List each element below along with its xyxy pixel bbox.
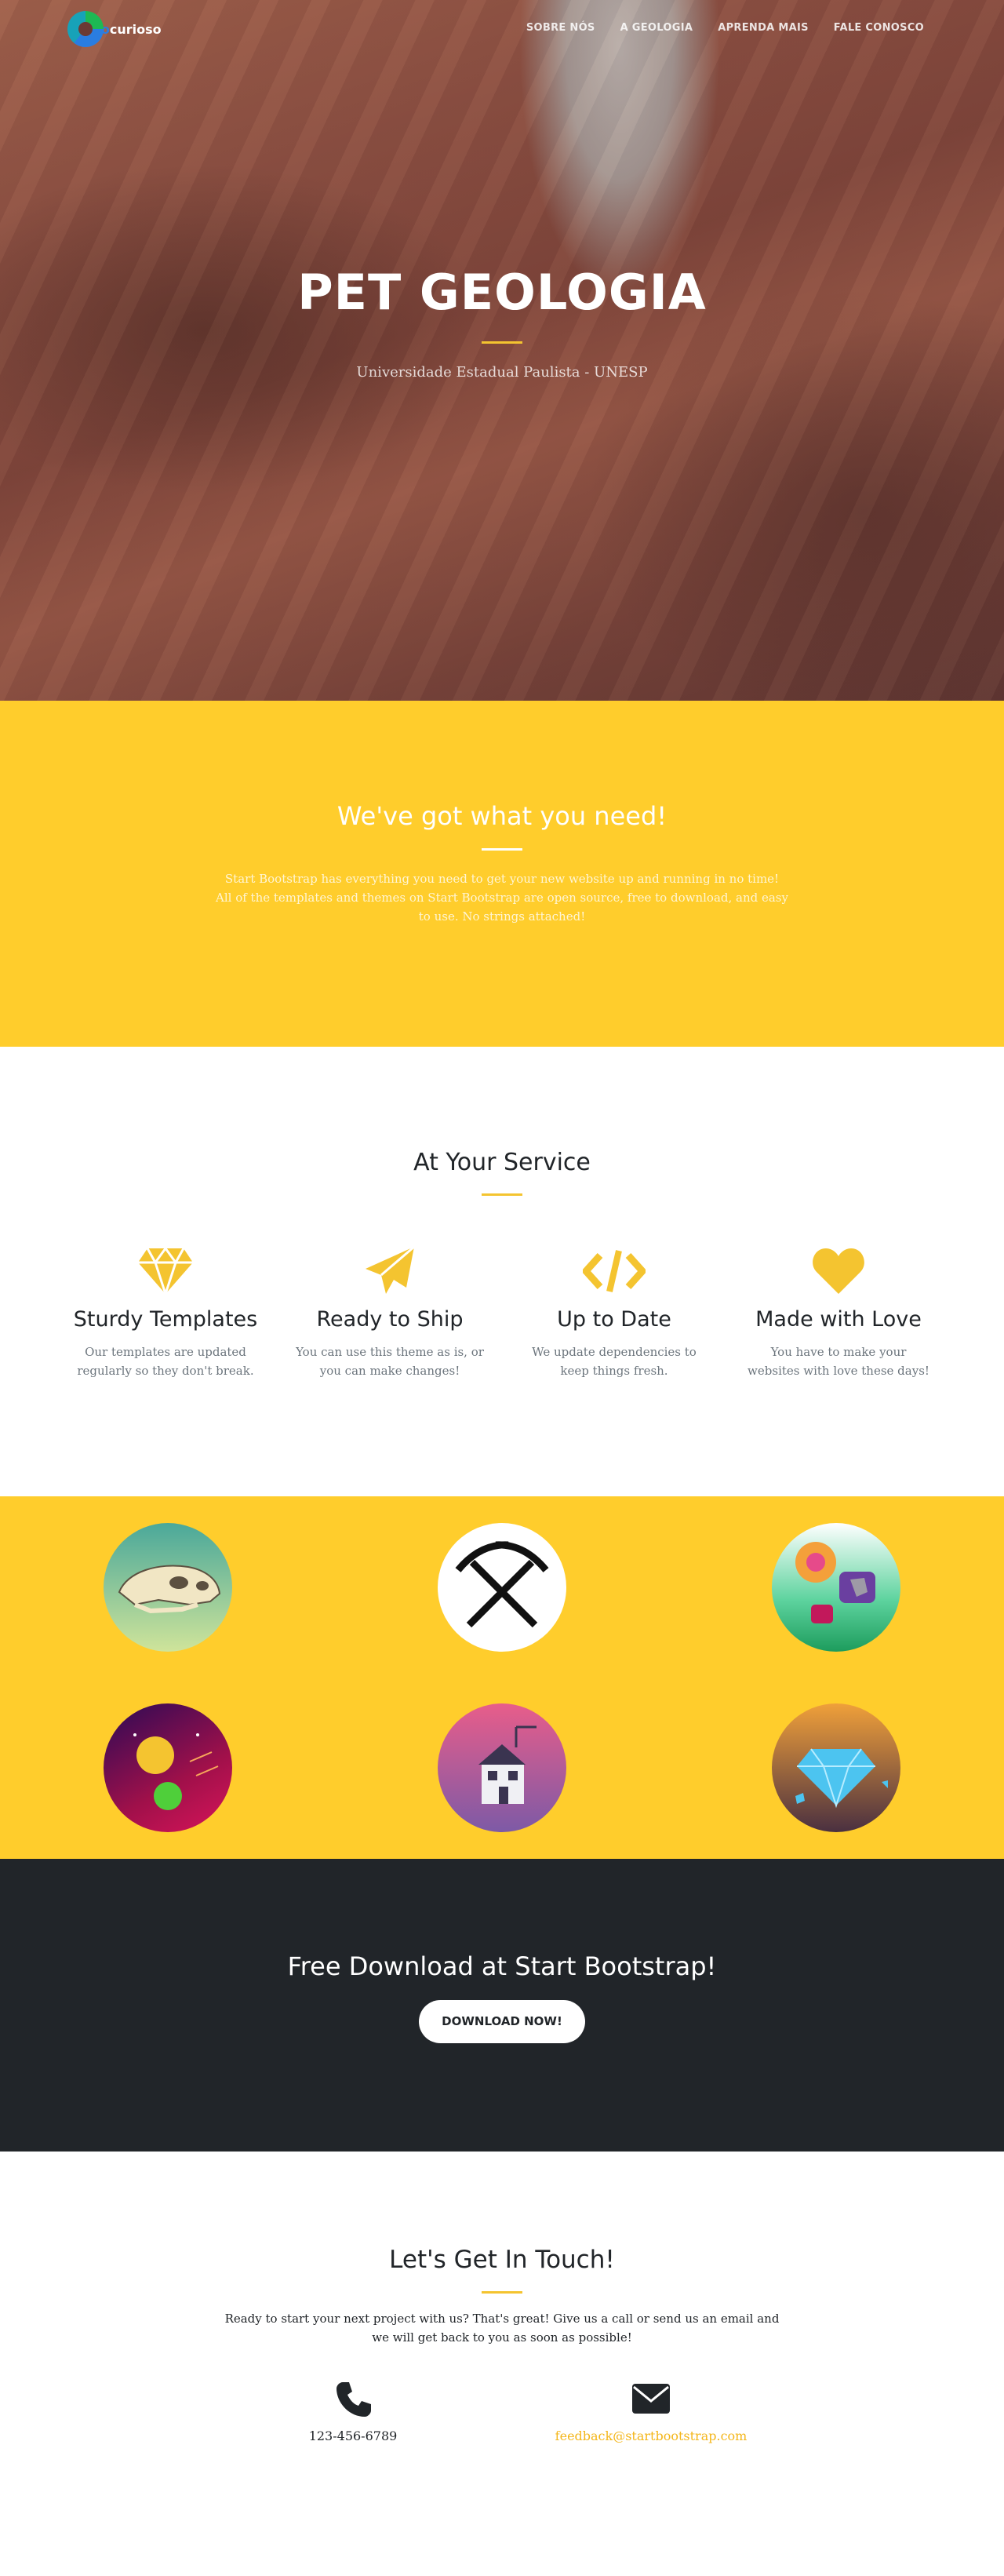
- portfolio-section: [0, 1496, 1004, 1859]
- intro-section: We've got what you need! Start Bootstrap…: [0, 701, 1004, 1047]
- hero-divider: [482, 341, 522, 344]
- service-title: Made with Love: [755, 1307, 922, 1332]
- planets-icon[interactable]: [104, 1703, 232, 1832]
- minerals-chat-icon[interactable]: [772, 1523, 900, 1652]
- nav-link-sobre-nos[interactable]: SOBRE NÓS: [526, 22, 595, 34]
- service-text: You have to make your websites with love…: [748, 1345, 929, 1378]
- service-card: Up to Date We update dependencies to kee…: [502, 1243, 726, 1380]
- service-card: Ready to Ship You can use this theme as …: [278, 1243, 502, 1380]
- contact-title: Let's Get In Touch!: [389, 2246, 615, 2274]
- diamond-icon: [53, 1243, 278, 1299]
- services-section: At Your Service Sturdy Templates Our tem…: [0, 1047, 1004, 1496]
- service-text: Our templates are updated regularly so t…: [77, 1345, 254, 1378]
- contact-text: Ready to start your next project with us…: [224, 2312, 780, 2345]
- intro-divider: [482, 848, 522, 851]
- contact-section: Let's Get In Touch! Ready to start your …: [0, 2152, 1004, 2576]
- download-title: Free Download at Start Bootstrap!: [287, 1951, 717, 1981]
- nav-menu: SOBRE NÓS A GEOLOGIA APRENDA MAIS FALE C…: [526, 22, 924, 34]
- gem-icon[interactable]: [772, 1703, 900, 1832]
- phone-number: 123-456-6789: [308, 2428, 398, 2443]
- phone-icon: [204, 2378, 502, 2419]
- service-title: Up to Date: [557, 1307, 671, 1332]
- contact-phone: 123-456-6789: [204, 2378, 502, 2443]
- service-text: You can use this theme as is, or you can…: [296, 1345, 484, 1378]
- download-button[interactable]: DOWNLOAD NOW!: [419, 2000, 585, 2043]
- hero-title: PET GEOLOGIA: [297, 264, 707, 321]
- paper-plane-icon: [278, 1243, 502, 1299]
- hero-subtitle: Universidade Estadual Paulista - UNESP: [356, 364, 648, 381]
- service-text: We update dependencies to keep things fr…: [532, 1345, 697, 1378]
- download-section: Free Download at Start Bootstrap! DOWNLO…: [0, 1859, 1004, 2152]
- service-card: Sturdy Templates Our templates are updat…: [53, 1243, 278, 1380]
- nav-link-fale-conosco[interactable]: FALE CONOSCO: [834, 22, 924, 34]
- intro-title: We've got what you need!: [336, 801, 668, 831]
- email-link[interactable]: feedback@startbootstrap.com: [555, 2428, 748, 2443]
- code-icon: [502, 1243, 726, 1299]
- heart-icon: [726, 1243, 951, 1299]
- contact-email: feedback@startbootstrap.com: [502, 2378, 800, 2443]
- services-title: At Your Service: [413, 1149, 591, 1176]
- house-icon[interactable]: [438, 1703, 566, 1832]
- nav-link-aprenda-mais[interactable]: APRENDA MAIS: [718, 22, 809, 34]
- nav-link-a-geologia[interactable]: A GEOLOGIA: [620, 22, 693, 34]
- hero-section: PET GEOLOGIA Universidade Estadual Pauli…: [0, 0, 1004, 701]
- service-card: Made with Love You have to make your web…: [726, 1243, 951, 1380]
- envelope-icon: [502, 2378, 800, 2419]
- contact-divider: [482, 2291, 522, 2294]
- service-title: Ready to Ship: [316, 1307, 464, 1332]
- logo-icon: [67, 11, 104, 47]
- intro-text: Start Bootstrap has everything you need …: [216, 872, 788, 924]
- pickaxes-icon[interactable]: [438, 1523, 566, 1652]
- brand-logo[interactable]: Geocurioso: [67, 11, 162, 47]
- brand-suffix: curioso: [109, 21, 162, 37]
- navbar: Geocurioso SOBRE NÓS A GEOLOGIA APRENDA …: [0, 0, 1004, 61]
- dinosaur-skull-icon[interactable]: [104, 1523, 232, 1652]
- services-divider: [482, 1193, 522, 1196]
- service-title: Sturdy Templates: [73, 1307, 258, 1332]
